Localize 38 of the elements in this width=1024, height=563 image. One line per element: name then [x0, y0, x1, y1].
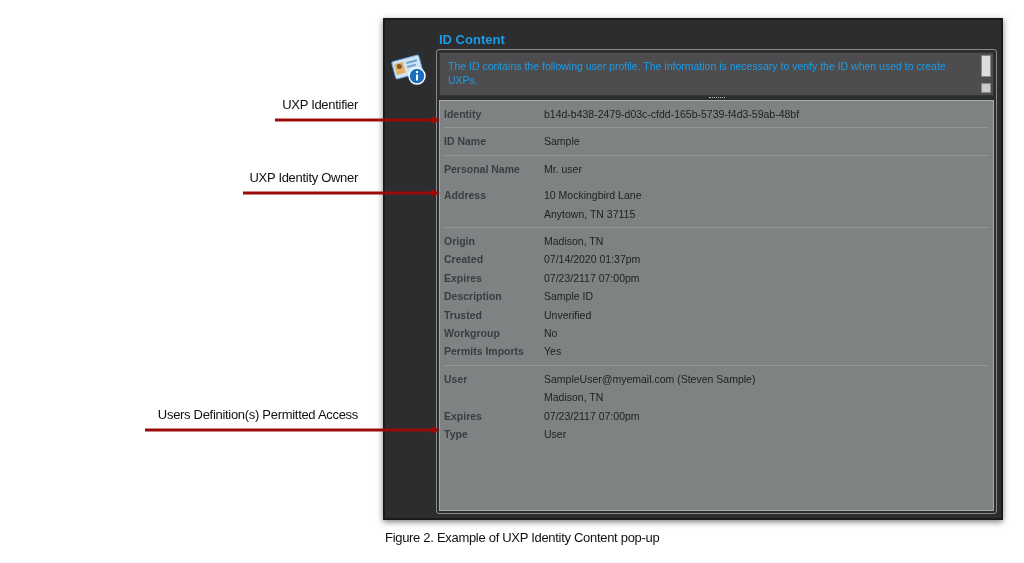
field-label: Permits Imports	[444, 344, 525, 360]
field-value: 10 Mockingbird Lane	[544, 188, 643, 204]
field-value: 07/23/2117 07:00pm	[544, 270, 641, 286]
field-label: Description	[444, 289, 503, 305]
field-value: Madison, TN	[544, 234, 605, 250]
annotation-label: UXP Identifier	[282, 97, 358, 112]
field-label: Trusted	[444, 307, 483, 323]
field-value: Sample ID	[544, 289, 595, 305]
field-value: Yes	[544, 344, 563, 360]
field-label: Expires	[444, 270, 483, 286]
field-value: No	[544, 326, 559, 342]
annotation-label: Users Definition(s) Permitted Access	[157, 407, 358, 422]
field-label: Origin	[444, 234, 476, 250]
field-label: Type	[444, 427, 469, 443]
field-label: Identity	[444, 107, 483, 122]
field-label: Address	[444, 188, 487, 204]
field-label: Expires	[444, 408, 483, 424]
field-label: Created	[444, 252, 485, 268]
field-value: Anytown, TN 37115	[544, 206, 637, 222]
field-value: User	[544, 427, 568, 443]
description-text: The ID contains the following user profile. The information is necessary to verify the ID when used to create UXPs.	[447, 59, 947, 88]
field-label: Personal Name	[444, 161, 521, 177]
annotation-label: UXP Identity Owner	[249, 170, 358, 185]
field-value: 07/23/2117 07:00pm	[544, 408, 641, 424]
figure-caption: Figure 2. Example of UXP Identity Content pop-up	[385, 530, 661, 545]
id-card-icon	[391, 52, 427, 86]
field-value: Madison, TN	[544, 390, 605, 406]
field-value: 07/14/2020 01:37pm	[544, 252, 642, 268]
field-value: Sample	[544, 134, 581, 150]
window-title: ID Content	[438, 31, 506, 45]
field-label: ID Name	[444, 134, 487, 150]
field-label: Workgroup	[444, 326, 501, 342]
field-label: User	[444, 371, 469, 387]
scrollbar[interactable]	[981, 55, 991, 93]
field-value: Mr. user	[544, 161, 583, 177]
field-value: SampleUser@myemail.com (Steven Sample)	[544, 371, 757, 387]
field-value: Unverified	[544, 307, 593, 323]
field-value: b14d-b438-2479-d03c-cfdd-165b-5739-f4d3-59ab-48bf	[544, 107, 801, 122]
